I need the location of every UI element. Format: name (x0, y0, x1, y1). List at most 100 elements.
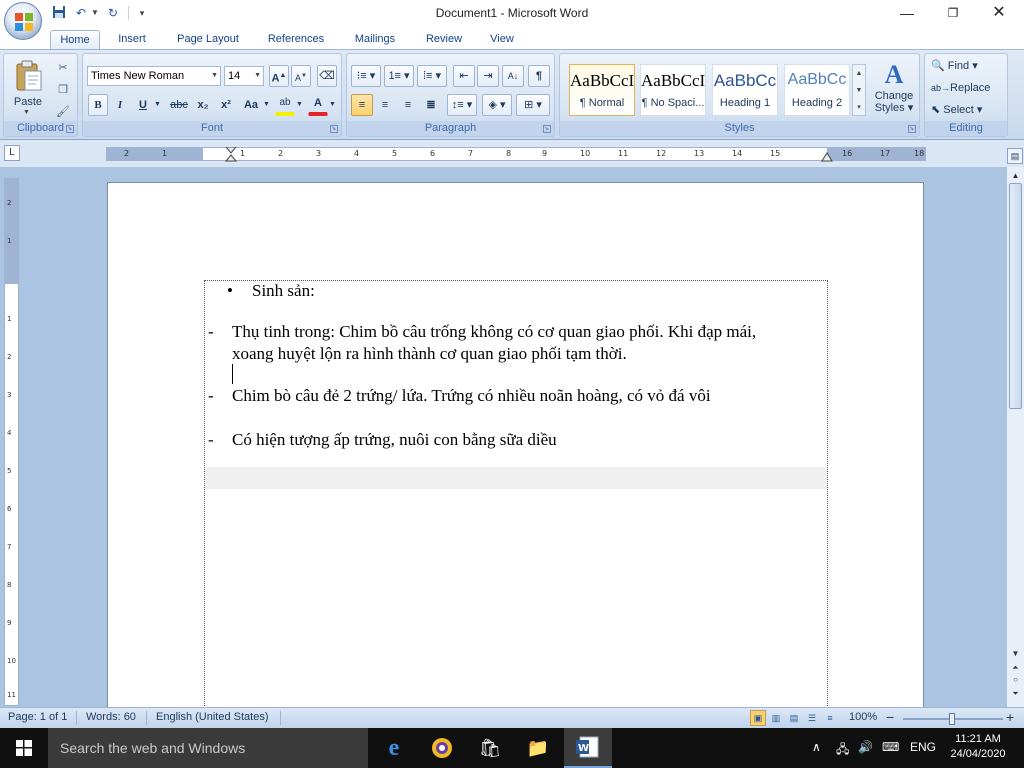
tab-home[interactable]: Home (50, 30, 100, 49)
bold-button[interactable]: B (88, 94, 108, 116)
web-layout-icon[interactable]: ▤ (786, 710, 802, 726)
right-indent-marker-icon[interactable] (821, 152, 833, 162)
print-layout-view-icon[interactable]: ▣ (750, 710, 766, 726)
tab-view[interactable]: View (484, 30, 520, 49)
grow-font-button[interactable]: A▲ (269, 65, 289, 87)
paragraph-line[interactable]: Chim bò câu đẻ 2 trứng/ lứa. Trứng có nh… (232, 386, 711, 406)
horizontal-ruler[interactable]: 2 1 1 2 3 4 5 6 7 8 9 10 11 12 13 14 15 … (106, 147, 926, 162)
borders-icon[interactable]: ⊞ ▾ (516, 94, 550, 116)
keyboard-icon[interactable]: ⌨ (882, 740, 899, 754)
clipboard-launcher-icon[interactable]: ↘ (66, 125, 74, 133)
shading-icon[interactable]: ◈ ▾ (482, 94, 512, 116)
increase-indent-icon[interactable]: ⇥ (477, 65, 499, 87)
tab-review[interactable]: Review (420, 30, 468, 49)
numbering-icon[interactable]: 1≡ ▾ (384, 65, 414, 87)
align-left-icon[interactable]: ≡ (351, 94, 373, 116)
zoom-slider-thumb[interactable] (949, 713, 955, 725)
underline-button[interactable]: U (133, 94, 153, 116)
highlight-dropdown-icon[interactable]: ▼ (295, 94, 304, 116)
show-hidden-icons[interactable]: ∧ (812, 740, 821, 754)
copy-icon[interactable]: ❐ (54, 81, 72, 99)
format-painter-icon[interactable]: 🖌 (54, 103, 72, 121)
font-color-dropdown-icon[interactable]: ▼ (328, 94, 337, 116)
font-color-button[interactable]: A (308, 94, 328, 116)
vertical-scrollbar[interactable]: ▲ ▼ ⏶ ○ ⏷ (1007, 167, 1024, 707)
tab-insert[interactable]: Insert (110, 30, 154, 49)
change-case-dropdown-icon[interactable]: ▼ (262, 94, 271, 116)
tab-stop-selector-icon[interactable]: L (4, 145, 20, 161)
view-ruler-icon[interactable]: ▤ (1007, 148, 1023, 164)
subscript-button[interactable]: x₂ (193, 94, 213, 116)
change-styles-button[interactable]: A Change Styles ▾ (872, 60, 916, 120)
paste-dropdown-icon[interactable]: ▼ (23, 109, 30, 116)
browser-app-icon[interactable] (418, 728, 466, 768)
paste-icon[interactable] (14, 60, 44, 92)
strikethrough-button[interactable]: abc (167, 94, 191, 116)
decrease-indent-icon[interactable]: ⇤ (453, 65, 475, 87)
office-button[interactable] (4, 2, 42, 40)
full-screen-reading-icon[interactable]: ▥ (768, 710, 784, 726)
language-status[interactable]: English (United States) (156, 711, 269, 723)
styles-launcher-icon[interactable]: ↘ (908, 125, 916, 133)
file-explorer-icon[interactable]: 📁 (514, 728, 562, 768)
styles-scroll-icon[interactable]: ▲ ▼ ▾ (852, 64, 866, 116)
font-name-combobox[interactable]: Times New Roman ▼ (87, 66, 221, 86)
align-center-icon[interactable]: ≡ (374, 94, 396, 116)
highlight-button[interactable]: ab (275, 94, 295, 116)
shrink-font-button[interactable]: A▼ (291, 65, 311, 87)
sort-icon[interactable]: A↓ (502, 65, 524, 87)
scrollbar-thumb[interactable] (1009, 183, 1022, 409)
taskbar-search-box[interactable]: Search the web and Windows (48, 728, 368, 768)
paragraph-line[interactable]: Thụ tinh trong: Chim bồ câu trống không … (232, 322, 756, 342)
style-no-spacing[interactable]: AaBbCcI ¶ No Spaci... (640, 64, 706, 116)
cut-icon[interactable]: ✂ (54, 59, 72, 77)
italic-button[interactable]: I (110, 94, 130, 116)
style-heading-1[interactable]: AaBbCc Heading 1 (712, 64, 778, 116)
superscript-button[interactable]: x² (216, 94, 236, 116)
paste-button[interactable]: Paste (9, 96, 47, 108)
minimize-button[interactable]: — (892, 3, 922, 23)
volume-icon[interactable]: 🔊 (858, 740, 873, 754)
start-button[interactable] (0, 728, 48, 768)
bullets-icon[interactable]: ⁝≡ ▾ (351, 65, 381, 87)
style-heading-2[interactable]: AaBbCc Heading 2 (784, 64, 850, 116)
page-count[interactable]: Page: 1 of 1 (8, 711, 67, 723)
clear-formatting-icon[interactable]: ⌫ (317, 65, 337, 87)
section-heading[interactable]: Sinh sản: (252, 281, 315, 301)
align-right-icon[interactable]: ≡ (397, 94, 419, 116)
close-button[interactable]: ✕ (984, 3, 1014, 23)
font-size-dropdown-icon[interactable]: ▼ (254, 67, 261, 85)
select-button[interactable]: ⬉ Select ▾ (931, 100, 1005, 120)
zoom-in-button[interactable]: + (1006, 709, 1014, 725)
draft-view-icon[interactable]: ≡ (822, 710, 838, 726)
font-name-dropdown-icon[interactable]: ▼ (211, 67, 218, 85)
document-page[interactable]: • Sinh sản: - Thụ tinh trong: Chim bồ câ… (107, 182, 924, 712)
paragraph-launcher-icon[interactable]: ↘ (543, 125, 551, 133)
store-icon[interactable]: 🛍 (466, 728, 514, 768)
find-button[interactable]: 🔍 Find ▾ (931, 56, 1005, 76)
scroll-down-icon[interactable]: ▼ (1009, 647, 1022, 660)
indent-marker-icon[interactable] (225, 147, 237, 162)
tab-mailings[interactable]: Mailings (346, 30, 404, 49)
paragraph-line[interactable]: Có hiện tượng ấp trứng, nuôi con bằng sữ… (232, 430, 557, 450)
tab-references[interactable]: References (262, 30, 330, 49)
justify-icon[interactable]: ≣ (420, 94, 442, 116)
outline-view-icon[interactable]: ☰ (804, 710, 820, 726)
paragraph-line[interactable]: xoang huyệt lộn ra hình thành cơ quan gi… (232, 344, 627, 364)
zoom-level[interactable]: 100% (849, 711, 877, 723)
network-icon[interactable]: 🖧 (836, 740, 849, 761)
line-spacing-icon[interactable]: ↕≡ ▾ (447, 94, 477, 116)
maximize-button[interactable]: ❐ (938, 3, 968, 23)
scroll-up-icon[interactable]: ▲ (1009, 169, 1022, 182)
taskbar-clock[interactable]: 11:21 AM 24/04/2020 (946, 732, 1010, 762)
vertical-ruler[interactable]: 2 1 1 2 3 4 5 6 7 8 9 10 11 (4, 178, 19, 706)
tab-page-layout[interactable]: Page Layout (170, 30, 246, 49)
font-launcher-icon[interactable]: ↘ (330, 125, 338, 133)
text-box[interactable]: • Sinh sản: - Thụ tinh trong: Chim bồ câ… (204, 280, 828, 712)
change-case-button[interactable]: Aa (240, 94, 262, 116)
underline-dropdown-icon[interactable]: ▼ (153, 94, 162, 116)
word-count[interactable]: Words: 60 (86, 711, 136, 723)
font-size-combobox[interactable]: 14 ▼ (224, 66, 264, 86)
word-taskbar-icon[interactable]: W (564, 728, 612, 768)
show-formatting-icon[interactable]: ¶ (528, 65, 550, 87)
